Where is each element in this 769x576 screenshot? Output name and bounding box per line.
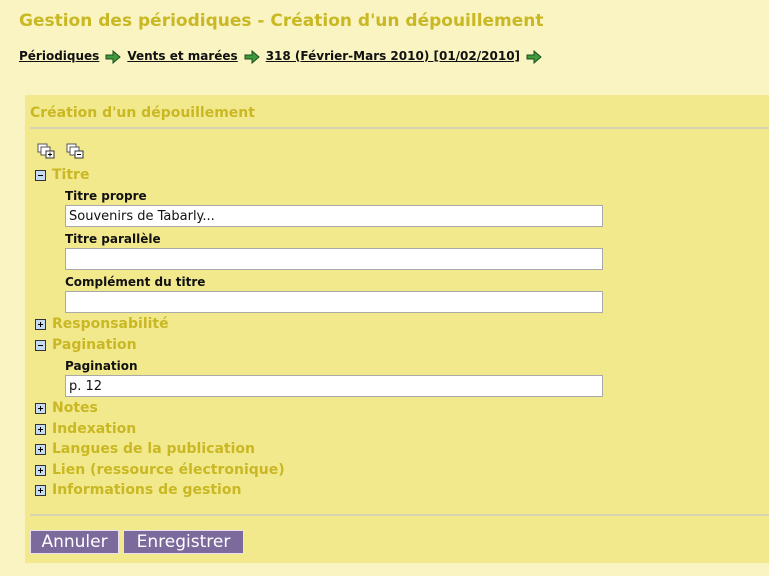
titre-parallele-label: Titre parallèle	[65, 232, 161, 246]
expand-icon[interactable]	[35, 318, 46, 330]
section-gestion[interactable]: Informations de gestion	[35, 481, 241, 499]
section-responsabilite[interactable]: Responsabilité	[35, 315, 169, 333]
page-title: Gestion des périodiques - Création d'un …	[19, 11, 544, 31]
arrow-right-icon	[105, 50, 122, 64]
save-button[interactable]: Enregistrer	[123, 530, 244, 554]
breadcrumb-link-serial[interactable]: Vents et marées	[127, 49, 237, 63]
titre-parallele-input[interactable]	[65, 248, 603, 270]
section-indexation[interactable]: Indexation	[35, 420, 136, 438]
arrow-right-icon	[244, 50, 260, 64]
expand-icon[interactable]	[35, 402, 46, 414]
section-titre[interactable]: Titre	[35, 166, 89, 184]
expand-all-icon[interactable]	[37, 143, 55, 159]
section-lien[interactable]: Lien (ressource électronique)	[35, 461, 285, 479]
section-pagination[interactable]: Pagination	[35, 336, 137, 354]
section-pagination-label: Pagination	[52, 337, 137, 353]
breadcrumb-link-issue[interactable]: 318 (Février-Mars 2010) [01/02/2010]	[266, 49, 520, 63]
pagination-input[interactable]	[65, 375, 603, 397]
breadcrumb: Périodiques Vents et marées 318 (Février…	[19, 47, 548, 64]
expand-icon[interactable]	[35, 423, 46, 435]
section-langues-label: Langues de la publication	[52, 441, 255, 457]
pagination-label: Pagination	[65, 359, 138, 373]
collapse-icon[interactable]	[35, 339, 46, 351]
section-titre-label: Titre	[52, 167, 90, 183]
section-lien-label: Lien (ressource électronique)	[52, 462, 285, 478]
divider	[30, 514, 769, 516]
divider	[30, 127, 769, 129]
collapse-all-icon[interactable]	[66, 143, 84, 159]
section-indexation-label: Indexation	[52, 421, 137, 437]
titre-propre-input[interactable]	[65, 205, 603, 227]
collapse-icon[interactable]	[35, 169, 46, 181]
complement-titre-input[interactable]	[65, 291, 603, 313]
section-gestion-label: Informations de gestion	[52, 482, 242, 498]
expand-icon[interactable]	[35, 464, 46, 476]
form-panel: Création d'un dépouillement Titre Titre …	[25, 95, 769, 563]
expand-icon[interactable]	[35, 443, 46, 455]
complement-titre-label: Complément du titre	[65, 275, 206, 289]
expand-icon[interactable]	[35, 484, 46, 496]
section-notes-label: Notes	[52, 400, 98, 416]
form-title: Création d'un dépouillement	[30, 105, 255, 121]
cancel-button[interactable]: Annuler	[30, 530, 119, 554]
titre-propre-label: Titre propre	[65, 189, 147, 203]
section-langues[interactable]: Langues de la publication	[35, 440, 255, 458]
section-notes[interactable]: Notes	[35, 399, 98, 417]
section-responsabilite-label: Responsabilité	[52, 316, 169, 332]
arrow-right-icon	[526, 50, 542, 64]
breadcrumb-link-periodiques[interactable]: Périodiques	[19, 49, 99, 63]
